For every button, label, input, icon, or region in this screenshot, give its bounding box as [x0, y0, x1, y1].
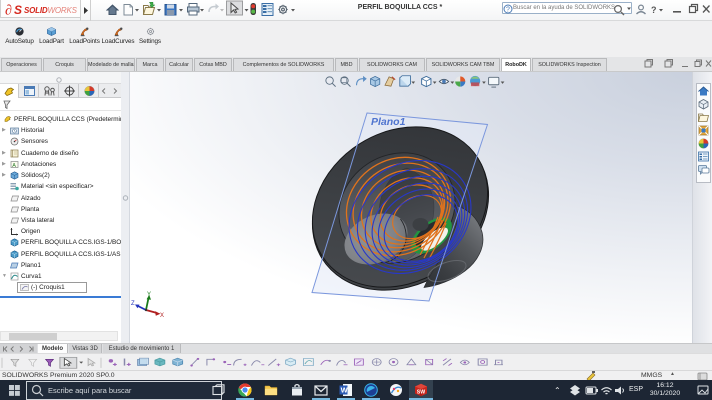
svg-text:X: X — [160, 313, 164, 319]
svg-text:W: W — [341, 386, 349, 395]
svg-text:Plano1: Plano1 — [371, 116, 406, 128]
svg-text:∂: ∂ — [5, 4, 12, 19]
svg-text:?: ? — [506, 7, 510, 14]
svg-text:SOLID: SOLID — [24, 6, 48, 15]
svg-text:Y: Y — [147, 292, 151, 298]
svg-text:SW: SW — [417, 389, 425, 395]
svg-text:S: S — [14, 3, 22, 17]
svg-text:A: A — [12, 163, 16, 169]
svg-text:WORKS: WORKS — [48, 6, 78, 15]
svg-text:Z: Z — [131, 301, 135, 307]
svg-text:?: ? — [651, 5, 657, 15]
